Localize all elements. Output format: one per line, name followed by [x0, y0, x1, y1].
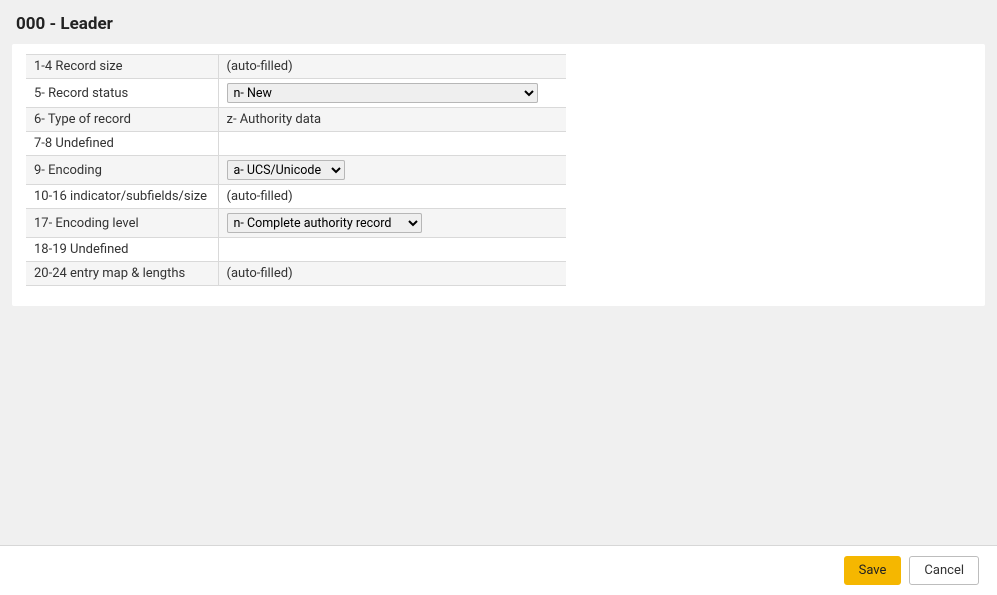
save-button[interactable]: Save — [844, 556, 902, 585]
value-record-size: (auto-filled) — [218, 55, 566, 79]
label-indicator-subfields: 10-16 indicator/subfields/size — [26, 185, 218, 209]
label-record-size: 1-4 Record size — [26, 55, 218, 79]
select-encoding[interactable]: a- UCS/Unicode — [227, 160, 345, 180]
row-indicator-subfields: 10-16 indicator/subfields/size (auto-fil… — [26, 185, 566, 209]
select-encoding-level[interactable]: n- Complete authority record — [227, 213, 422, 233]
label-encoding-level: 17- Encoding level — [26, 209, 218, 238]
label-record-status: 5- Record status — [26, 79, 218, 108]
row-record-status: 5- Record status n- New — [26, 79, 566, 108]
label-type-of-record: 6- Type of record — [26, 108, 218, 132]
value-undefined-18-19 — [218, 238, 566, 262]
panel-title: 000 - Leader — [16, 14, 981, 34]
label-entry-map: 20-24 entry map & lengths — [26, 262, 218, 286]
label-encoding: 9- Encoding — [26, 156, 218, 185]
row-encoding-level: 17- Encoding level n- Complete authority… — [26, 209, 566, 238]
label-undefined-18-19: 18-19 Undefined — [26, 238, 218, 262]
value-entry-map: (auto-filled) — [218, 262, 566, 286]
cancel-button[interactable]: Cancel — [909, 556, 979, 585]
label-undefined-7-8: 7-8 Undefined — [26, 132, 218, 156]
row-undefined-7-8: 7-8 Undefined — [26, 132, 566, 156]
row-type-of-record: 6- Type of record z- Authority data — [26, 108, 566, 132]
select-record-status[interactable]: n- New — [227, 83, 538, 103]
leader-panel: 1-4 Record size (auto-filled) 5- Record … — [12, 44, 985, 306]
row-record-size: 1-4 Record size (auto-filled) — [26, 55, 566, 79]
row-undefined-18-19: 18-19 Undefined — [26, 238, 566, 262]
value-indicator-subfields: (auto-filled) — [218, 185, 566, 209]
fields-table: 1-4 Record size (auto-filled) 5- Record … — [26, 54, 566, 286]
value-type-of-record: z- Authority data — [218, 108, 566, 132]
footer-bar: Save Cancel — [0, 545, 997, 595]
row-entry-map: 20-24 entry map & lengths (auto-filled) — [26, 262, 566, 286]
value-undefined-7-8 — [218, 132, 566, 156]
row-encoding: 9- Encoding a- UCS/Unicode — [26, 156, 566, 185]
